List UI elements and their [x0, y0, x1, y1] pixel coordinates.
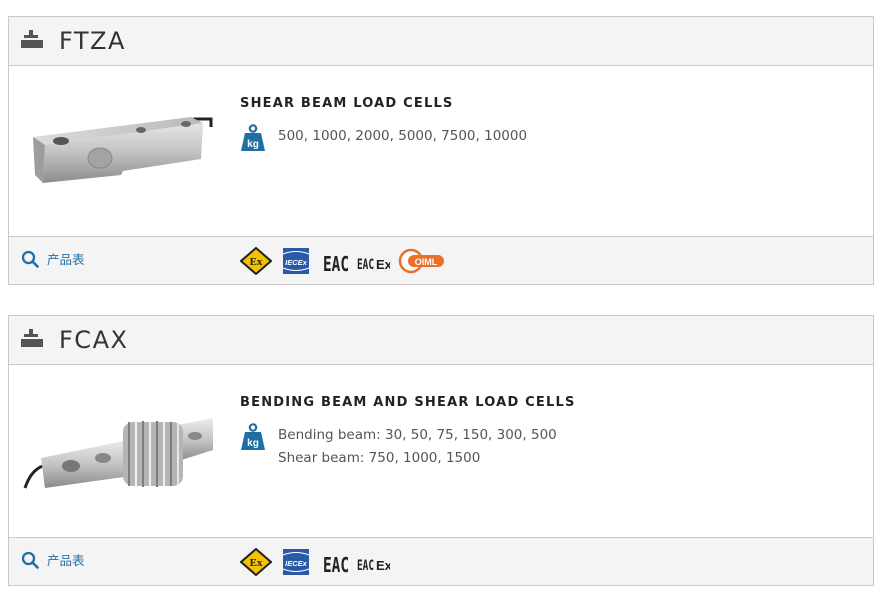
product-image[interactable] — [23, 388, 213, 513]
eac-logo: EAC — [323, 252, 349, 275]
product-header[interactable]: FTZA — [9, 17, 873, 66]
datasheet-link[interactable]: 产品表 — [21, 550, 85, 569]
product-title[interactable]: FCAX — [59, 326, 128, 354]
product-card-ftza: FTZA SHEAR BEAM LOAD CELLS kg 500, 1000,… — [8, 16, 874, 285]
load-cell-icon — [21, 329, 43, 347]
eac-ex-suffix: Ex — [376, 558, 390, 573]
iecex-logo: IECEx — [282, 549, 310, 575]
kg-label: kg — [247, 438, 259, 449]
eac-logo: EAC — [323, 553, 349, 576]
capacity-list: 500, 1000, 2000, 5000, 7500, 10000 — [278, 125, 527, 148]
iecex-mark: IECEx — [285, 559, 308, 568]
capacity-value: 500, 1000, 2000, 5000, 7500, 10000 — [278, 128, 528, 144]
search-icon — [21, 250, 39, 268]
product-footer: 产品表 Ex IECEx EAC EAC Ex — [9, 537, 873, 585]
product-category: SHEAR BEAM LOAD CELLS — [240, 96, 454, 111]
eac-ex-logo: EAC Ex — [357, 558, 390, 574]
kg-label: kg — [247, 139, 259, 150]
capacity-value: Shear beam: 750, 1000, 1500 — [278, 450, 481, 466]
oiml-logo: OIML — [398, 248, 444, 274]
search-icon — [21, 551, 39, 569]
atex-mark: Ex — [250, 256, 263, 268]
product-image[interactable] — [23, 87, 213, 212]
eac-mark: EAC — [323, 252, 349, 275]
oiml-mark: OIML — [415, 257, 438, 267]
product-footer: 产品表 Ex IECEx EAC EAC Ex OIML — [9, 236, 873, 284]
eac-ex-suffix: Ex — [376, 257, 390, 272]
capacity-list: Bending beam: 30, 50, 75, 150, 300, 500 … — [278, 424, 557, 470]
atex-logo: Ex — [240, 548, 272, 576]
datasheet-link[interactable]: 产品表 — [21, 249, 85, 268]
atex-logo: Ex — [240, 247, 272, 275]
eac-mark: EAC — [323, 553, 349, 576]
product-category: BENDING BEAM AND SHEAR LOAD CELLS — [240, 395, 576, 410]
datasheet-label[interactable]: 产品表 — [47, 550, 85, 569]
capacity-value: Bending beam: 30, 50, 75, 150, 300, 500 — [278, 427, 557, 443]
eac-ex-logo: EAC Ex — [357, 257, 390, 273]
product-title[interactable]: FTZA — [59, 27, 126, 55]
eac-ex-prefix: EAC — [357, 257, 374, 273]
iecex-mark: IECEx — [285, 258, 308, 267]
atex-mark: Ex — [250, 557, 263, 569]
bellows — [123, 421, 183, 487]
eac-ex-prefix: EAC — [357, 558, 374, 574]
kg-weight-icon: kg — [241, 423, 265, 450]
datasheet-label[interactable]: 产品表 — [47, 249, 85, 268]
iecex-logo: IECEx — [282, 248, 310, 274]
product-card-fcax: FCAX BENDING BEAM AND SHEAR LOAD CELLS k… — [8, 315, 874, 586]
kg-weight-icon: kg — [241, 124, 265, 151]
load-cell-icon — [21, 30, 43, 48]
product-header[interactable]: FCAX — [9, 316, 873, 365]
